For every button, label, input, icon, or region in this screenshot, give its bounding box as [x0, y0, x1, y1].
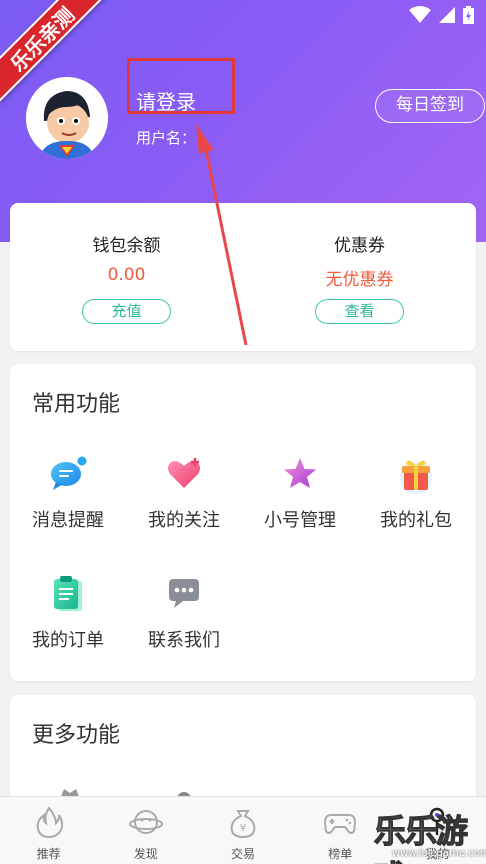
function-label: 我的订单 — [32, 630, 104, 651]
site-watermark-url: www.lelegame.com — [392, 848, 486, 859]
recharge-button[interactable]: 充值 — [82, 299, 171, 324]
common-functions-card: 常用功能 消息提醒 我的关注 小号管理 我的礼包 我的订单 联系我们 — [10, 364, 476, 681]
tab-label: 发现 — [133, 847, 158, 861]
tab-label: 交易 — [231, 847, 256, 861]
more-functions-title: 更多功能 — [32, 723, 121, 748]
svg-text:¥: ¥ — [240, 823, 246, 834]
function-message-reminder[interactable]: 消息提醒 — [10, 454, 126, 532]
gift-icon — [396, 454, 436, 494]
function-my-follows[interactable]: 我的关注 — [126, 454, 242, 532]
money-bag-icon: ¥ — [226, 805, 260, 839]
planet-icon — [128, 805, 163, 839]
coupon-label: 优惠券 — [334, 236, 385, 256]
wallet-balance-section: 钱包余额 0.00 充值 — [10, 203, 243, 351]
chat-icon — [164, 574, 204, 614]
cellular-icon — [439, 7, 455, 23]
function-label: 消息提醒 — [32, 510, 104, 531]
message-icon — [48, 454, 88, 494]
flame-icon — [32, 805, 66, 839]
tab-trade[interactable]: ¥ 交易 — [194, 797, 291, 864]
function-label: 联系我们 — [148, 630, 220, 651]
tab-discover[interactable]: 发现 — [97, 797, 194, 864]
wifi-icon — [409, 6, 431, 23]
order-icon — [48, 574, 88, 614]
status-bar — [409, 6, 474, 24]
balance-label: 钱包余额 — [92, 236, 161, 256]
avatar[interactable] — [26, 77, 108, 159]
coupon-section: 优惠券 无优惠券 查看 — [243, 203, 476, 351]
function-account-management[interactable]: 小号管理 — [242, 454, 358, 532]
function-label: 我的关注 — [148, 510, 220, 531]
function-my-orders[interactable]: 我的订单 — [10, 574, 126, 652]
wallet-card: 钱包余额 0.00 充值 优惠券 无优惠券 查看 — [10, 203, 476, 351]
function-label: 我的礼包 — [380, 510, 452, 531]
star-icon — [280, 454, 320, 494]
gamepad-icon — [323, 805, 357, 839]
function-my-gifts[interactable]: 我的礼包 — [358, 454, 474, 532]
daily-checkin-button[interactable]: 每日签到 — [375, 89, 485, 123]
function-label: 小号管理 — [264, 510, 336, 531]
function-contact-us[interactable]: 联系我们 — [126, 574, 242, 652]
tab-label: 推荐 — [36, 847, 61, 861]
common-functions-title: 常用功能 — [32, 392, 121, 417]
username-label: 用户名： — [136, 129, 197, 147]
battery-icon — [463, 6, 474, 24]
coupon-value: 无优惠券 — [325, 270, 394, 290]
tab-recommend[interactable]: 推荐 — [0, 797, 97, 864]
balance-value: 0.00 — [107, 265, 146, 285]
login-link[interactable]: 请登录 — [136, 86, 196, 115]
heart-icon — [164, 454, 204, 494]
view-coupon-button[interactable]: 查看 — [315, 299, 404, 324]
